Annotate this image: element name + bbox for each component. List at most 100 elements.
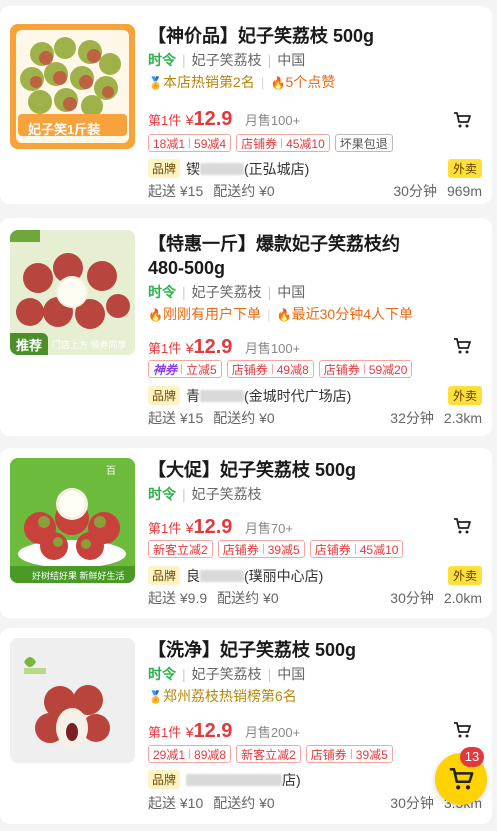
- price-row: 第1件 ¥12.9 月售70+: [148, 516, 482, 542]
- product-thumbnail[interactable]: 推荐 门店上方 领券同享: [10, 230, 135, 355]
- product-card[interactable]: 【洗净】妃子笑荔枝 500g 时令 | 妃子笑荔枝 | 中国 🏅郑州荔枝热销榜第6名 第…: [0, 628, 492, 824]
- likes-tag: 5个点赞: [285, 74, 336, 90]
- delivery-row: 起送 ¥15 配送约 ¥0 30分钟 969m: [148, 181, 482, 201]
- first-item-label: 第1件: [148, 725, 182, 740]
- product-title[interactable]: 【神价品】妃子笑荔枝 500g: [148, 24, 482, 48]
- coupon-tag[interactable]: 店铺券 49减8: [226, 360, 314, 378]
- coupon-list: 新客立减2 店铺券 39减5 店铺券 45减10: [148, 540, 482, 560]
- shop-row[interactable]: 品牌青 (金城时代广场店) 外卖: [148, 386, 482, 406]
- delivery-fee: 配送约 ¥0: [217, 590, 279, 606]
- takeout-badge: 外卖: [447, 386, 482, 405]
- brand-badge: 品牌: [148, 386, 181, 405]
- flame-icon: 🔥: [276, 308, 292, 322]
- delivery-row: 起送 ¥15 配送约 ¥0 32分钟 2.3km: [148, 408, 482, 428]
- shop-prefix: 良: [186, 568, 201, 584]
- add-to-cart-button[interactable]: [446, 714, 478, 746]
- price-row: 第1件 ¥12.9 月售100+: [148, 336, 482, 362]
- shop-name: (金城时代广场店): [244, 388, 352, 404]
- product-meta: 时令 | 妃子笑荔枝: [148, 486, 262, 502]
- medal-icon: 🏅: [148, 690, 163, 704]
- distance: 969m: [446, 183, 482, 199]
- origin-label: 中国: [277, 52, 306, 68]
- coupon-tag[interactable]: 18减1 59减4: [148, 134, 232, 152]
- thumbnail-caption: 好树结好果 新鲜好生活: [32, 571, 125, 581]
- coupon-tag[interactable]: 店铺券 45减10: [236, 134, 330, 152]
- add-to-cart-button[interactable]: [446, 510, 478, 542]
- rank-tag: 本店热销第2名: [163, 74, 255, 90]
- shop-name: (璞丽中心店): [244, 568, 324, 584]
- shop-row[interactable]: 品牌良 (璞丽中心店) 外卖: [148, 566, 482, 586]
- takeout-badge: 外卖: [447, 566, 482, 585]
- add-to-cart-button[interactable]: [446, 104, 478, 136]
- cart-icon: [454, 338, 471, 354]
- monthly-sales: 月售100+: [244, 341, 301, 356]
- min-order: 起送 ¥9.9: [148, 590, 208, 606]
- cart-count-badge: 13: [460, 747, 484, 767]
- coupon-tag[interactable]: 店铺券 39减5: [217, 540, 305, 558]
- product-card[interactable]: 百 好树结好果 新鲜好生活 【大促】妃子笑荔枝 500g 时令 | 妃子笑荔枝 第1…: [0, 448, 492, 618]
- takeout-badge: 外卖: [447, 159, 482, 178]
- product-tags: 🏅郑州荔枝热销榜第6名: [148, 686, 482, 707]
- brand-badge: 品牌: [148, 770, 181, 789]
- product-card[interactable]: 妃子笑1斤装 【神价品】妃子笑荔枝 500g 时令 | 妃子笑荔枝 | 中国 🏅本店热销…: [0, 6, 492, 204]
- first-item-label: 第1件: [148, 113, 182, 128]
- season-label: 时令: [148, 52, 176, 68]
- add-to-cart-button[interactable]: [446, 330, 478, 362]
- brand-badge: 品牌: [148, 566, 181, 585]
- product-meta: 时令 | 妃子笑荔枝 | 中国: [148, 52, 306, 68]
- product-tags: 🔥刚刚有用户下单 | 🔥最近30分钟4人下单: [148, 304, 482, 325]
- coupon-tag[interactable]: 新客立减2: [148, 540, 213, 558]
- delivery-fee: 配送约 ¥0: [213, 410, 275, 426]
- coupon-tag[interactable]: 店铺券 39减5: [305, 745, 393, 763]
- flame-icon: 🔥: [270, 76, 286, 90]
- delivery-time: 32分钟: [390, 410, 434, 426]
- monthly-sales: 月售70+: [244, 521, 293, 536]
- product-title[interactable]: 【洗净】妃子笑荔枝 500g: [148, 638, 482, 662]
- product-title[interactable]: 【大促】妃子笑荔枝 500g: [148, 458, 482, 482]
- coupon-tag[interactable]: 店铺券 45减10: [309, 540, 404, 558]
- brand-badge: 品牌: [148, 159, 181, 178]
- redacted-shop-name: [200, 390, 245, 402]
- monthly-sales: 月售100+: [244, 113, 301, 128]
- product-thumbnail[interactable]: 百 好树结好果 新鲜好生活: [10, 458, 135, 583]
- delivery-fee: 配送约 ¥0: [213, 795, 275, 811]
- min-order: 起送 ¥15: [148, 410, 204, 426]
- shop-row[interactable]: 品牌 店): [148, 770, 482, 790]
- cart-icon: [454, 722, 471, 738]
- coupon-tag[interactable]: 店铺券 59减20: [318, 360, 413, 378]
- monthly-sales: 月售200+: [244, 725, 301, 740]
- origin-label: 中国: [277, 284, 306, 300]
- delivery-time: 30分钟: [390, 590, 434, 606]
- product-thumbnail[interactable]: 妃子笑1斤装: [10, 24, 135, 149]
- product-card[interactable]: 推荐 门店上方 领券同享 【特惠一斤】爆款妃子笑荔枝约 480-500g 时令 |…: [0, 218, 492, 436]
- product-tags: 🏅本店热销第2名 | 🔥5个点赞: [148, 72, 482, 93]
- product-meta: 时令 | 妃子笑荔枝 | 中国: [148, 284, 306, 300]
- variety-label: 妃子笑荔枝: [191, 666, 262, 682]
- cart-icon: [454, 518, 471, 534]
- recent-order-tag: 刚刚有用户下单: [163, 306, 261, 322]
- variety-label: 妃子笑荔枝: [191, 486, 262, 502]
- price-value: 12.9: [193, 516, 233, 538]
- coupon-tag[interactable]: 29减1 89减8: [148, 745, 232, 763]
- redacted-shop-name: [200, 163, 245, 175]
- distance: 2.3km: [443, 410, 482, 426]
- coupon-tag[interactable]: 新客立减2: [236, 745, 301, 763]
- first-item-label: 第1件: [148, 521, 182, 536]
- coupon-list: 18减1 59减4 店铺券 45减10 坏果包退: [148, 134, 482, 154]
- min-order: 起送 ¥10: [148, 795, 204, 811]
- delivery-time: 30分钟: [393, 183, 437, 199]
- delivery-row: 起送 ¥9.9 配送约 ¥0 30分钟 2.0km: [148, 588, 482, 608]
- coupon-tag[interactable]: 神券 立减5: [148, 360, 222, 378]
- rank-tag: 郑州荔枝热销榜第6名: [163, 688, 297, 704]
- product-thumbnail[interactable]: [10, 638, 135, 763]
- cart-icon: [449, 767, 474, 790]
- variety-label: 妃子笑荔枝: [191, 52, 262, 68]
- shop-name: 店): [282, 772, 301, 788]
- redacted-shop-name: [200, 570, 245, 582]
- distance: 2.0km: [443, 590, 482, 606]
- shop-row[interactable]: 品牌锲 (正弘城店) 外卖: [148, 159, 482, 179]
- product-meta: 时令 | 妃子笑荔枝 | 中国: [148, 666, 306, 682]
- thumbnail-caption: 门店上方 领券同享: [52, 340, 127, 350]
- medal-icon: 🏅: [148, 76, 163, 90]
- product-title[interactable]: 【特惠一斤】爆款妃子笑荔枝约 480-500g: [148, 232, 482, 280]
